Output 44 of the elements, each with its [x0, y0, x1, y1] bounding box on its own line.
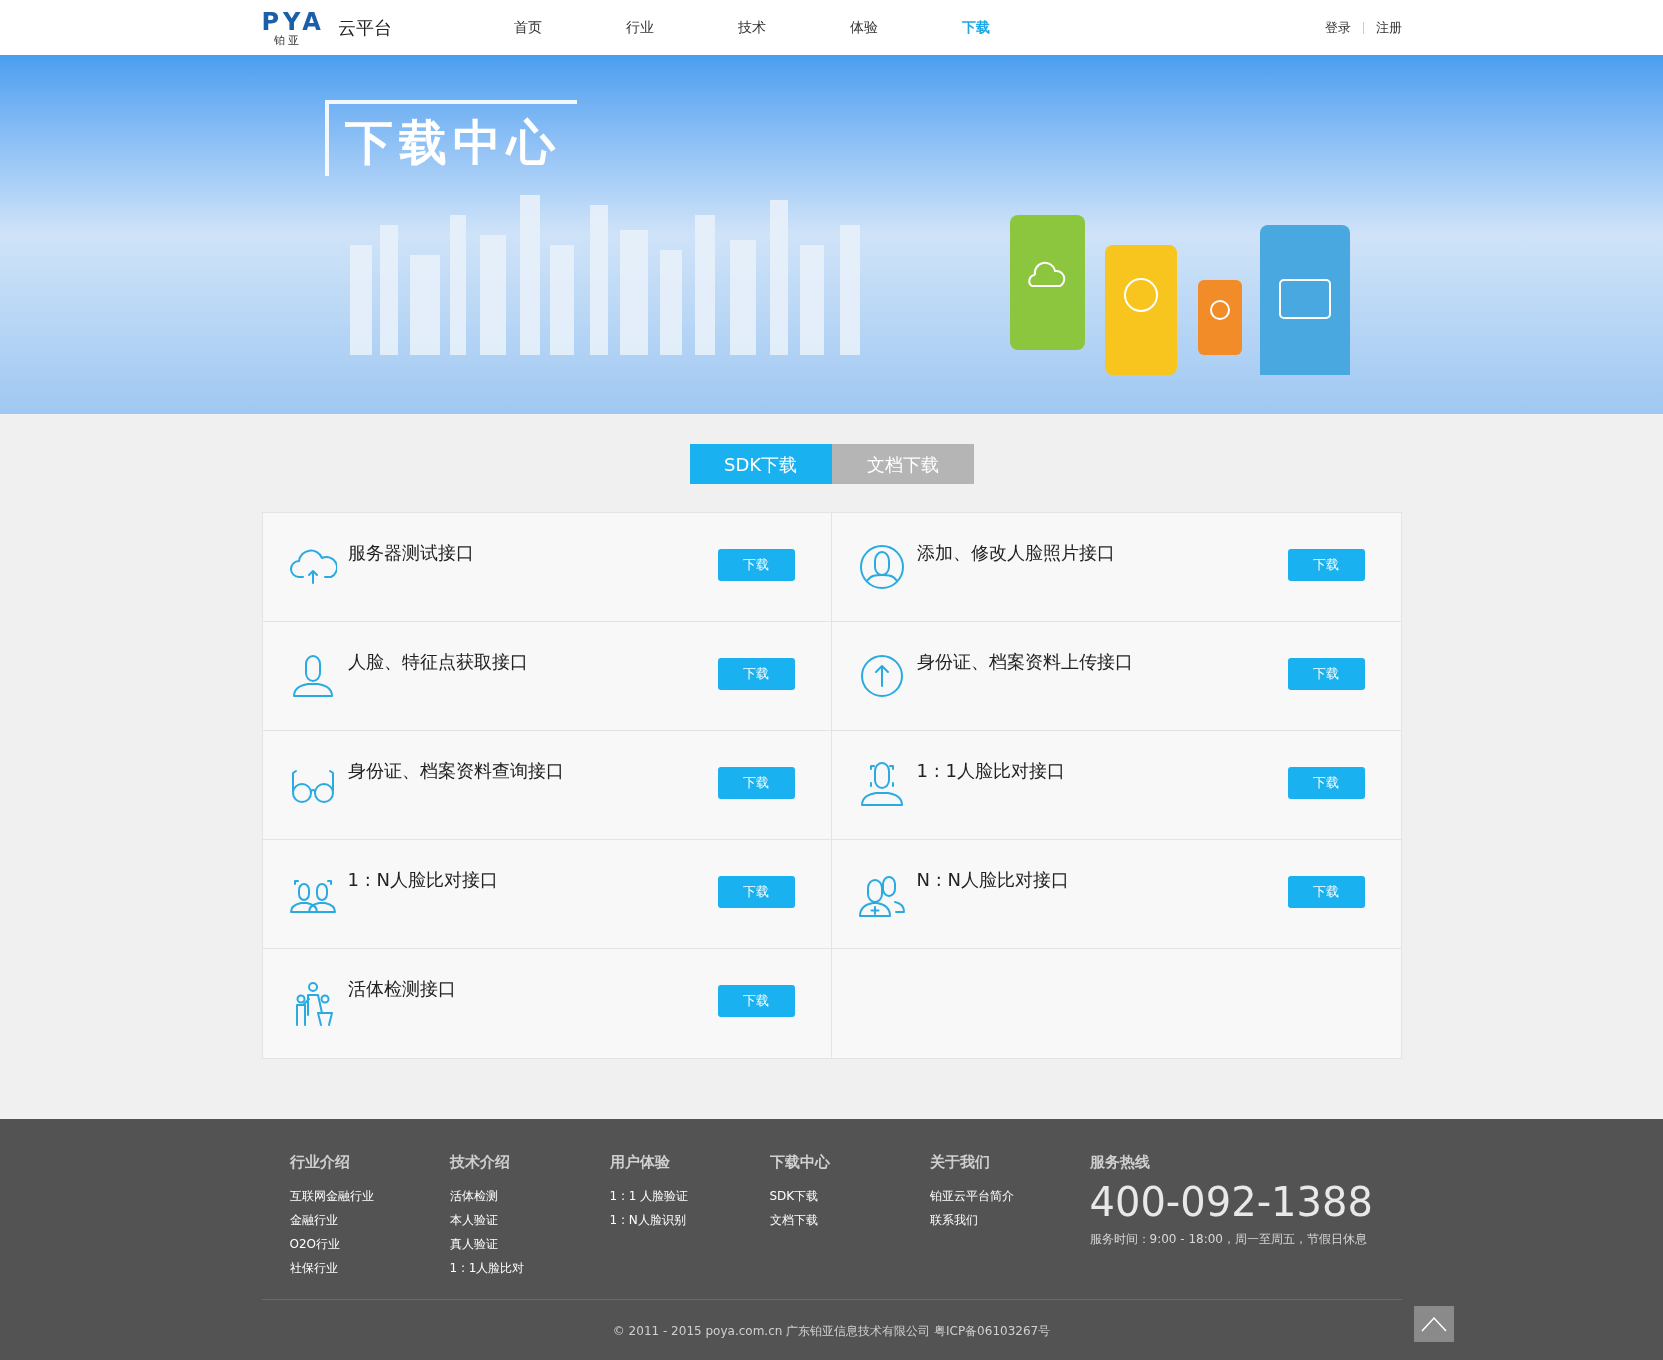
- login-link[interactable]: 登录: [1324, 17, 1351, 38]
- footer-link[interactable]: 活体检测: [449, 1183, 610, 1208]
- interface-name: 1 : 1人脸比对接口: [916, 759, 1065, 783]
- footer-link[interactable]: 文档下载: [769, 1207, 930, 1232]
- footer-heading: 服务热线: [1089, 1152, 1151, 1173]
- footer-heading: 行业介绍: [289, 1152, 351, 1173]
- interface-name: 身份证、档案资料查询接口: [347, 759, 564, 783]
- nav-link[interactable]: 首页: [471, 17, 584, 38]
- footer-link[interactable]: 1 : 1 人脸验证: [609, 1183, 770, 1208]
- footer-link[interactable]: 联系我们: [929, 1207, 1090, 1232]
- interface-name: 活体检测接口: [347, 977, 456, 1001]
- footer-link[interactable]: SDK下载: [769, 1183, 930, 1208]
- nav-link[interactable]: 体验: [807, 17, 920, 38]
- chevron-up-icon: [1419, 1316, 1448, 1332]
- footer-link[interactable]: 真人验证: [449, 1231, 610, 1256]
- interface-name: 人脸、特征点获取接口: [347, 650, 528, 674]
- footer-link[interactable]: 互联网金融行业: [289, 1183, 450, 1208]
- brand-name: 云平台: [337, 16, 392, 40]
- nav-link[interactable]: 技术: [695, 17, 808, 38]
- user-circle-icon: [857, 543, 906, 591]
- nav-link[interactable]: 行业: [583, 17, 696, 38]
- footer-link[interactable]: 1 : N人脸识别: [609, 1207, 770, 1232]
- interface-name: N : N人脸比对接口: [916, 868, 1069, 892]
- banner-title: 下载中心: [345, 113, 561, 172]
- footer-link[interactable]: 1 : 1人脸比对: [449, 1255, 610, 1280]
- footer-heading: 用户体验: [609, 1152, 671, 1173]
- interface-name: 1 : N人脸比对接口: [347, 868, 498, 892]
- logo[interactable]: PYA 铂 亚: [261, 8, 322, 47]
- footer-link[interactable]: 金融行业: [289, 1207, 450, 1232]
- footer-link[interactable]: 本人验证: [449, 1207, 610, 1232]
- footer-link[interactable]: 铂亚云平台简介: [929, 1183, 1090, 1208]
- footer-heading: 关于我们: [929, 1152, 991, 1173]
- interface-name: 服务器测试接口: [347, 541, 474, 565]
- footer-link[interactable]: 社保行业: [289, 1255, 450, 1280]
- register-link[interactable]: 注册: [1375, 17, 1402, 38]
- footer-link[interactable]: O2O行业: [289, 1231, 450, 1256]
- footer-heading: 下载中心: [769, 1152, 831, 1173]
- copyright: © 2011 - 2015 poya.com.cn 广东铂亚信息技术有限公司 粤ICP备06103267号: [612, 1323, 1051, 1340]
- service-hours: 服务时间：9:00 - 18:00，周一至周五，节假日休息: [1089, 1230, 1368, 1248]
- footer-heading: 技术介绍: [449, 1152, 511, 1173]
- back-to-top-button[interactable]: [1413, 1306, 1454, 1342]
- interface-name: 添加、修改人脸照片接口: [916, 541, 1115, 565]
- interface-name: 身份证、档案资料上传接口: [916, 650, 1133, 674]
- hotline-number: 400-092-1388: [1089, 1177, 1373, 1227]
